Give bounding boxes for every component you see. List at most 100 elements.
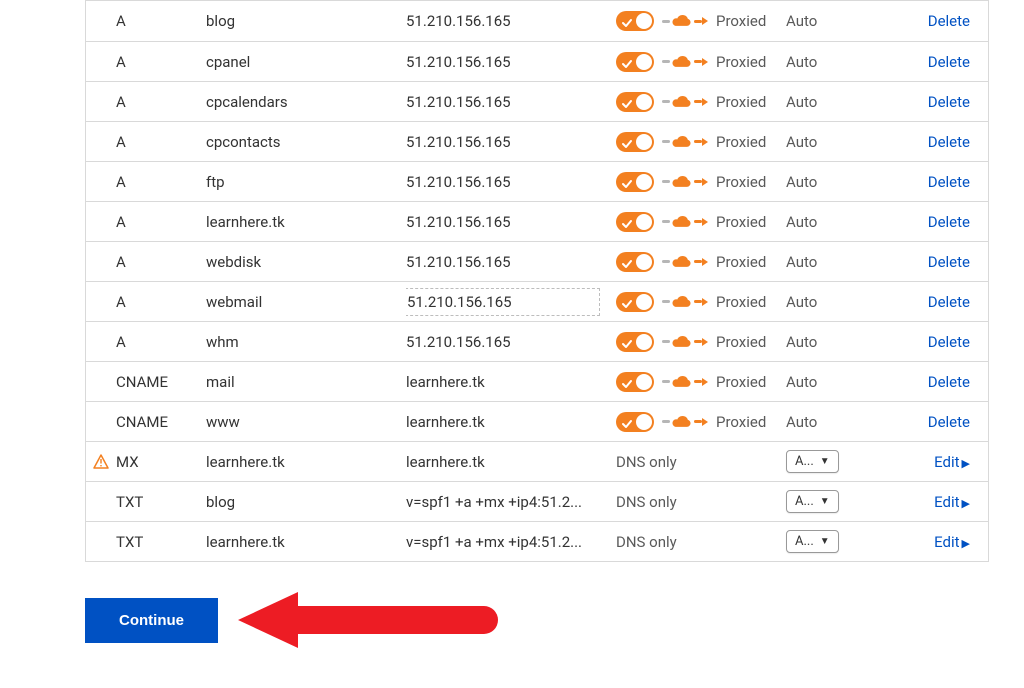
ttl-cell: Auto: [786, 413, 866, 431]
record-name: cpanel: [206, 53, 406, 71]
record-type: A: [116, 333, 206, 351]
action-label: Delete: [928, 53, 970, 71]
continue-button[interactable]: Continue: [85, 598, 218, 643]
proxy-toggle[interactable]: [616, 172, 654, 192]
record-content: 51.210.156.165: [406, 133, 616, 151]
proxy-status-cell: Proxied: [616, 172, 786, 192]
record-name: learnhere.tk: [206, 533, 406, 551]
proxy-status-label: Proxied: [716, 253, 766, 271]
action-label: Delete: [928, 93, 970, 111]
edit-link[interactable]: Edit▶: [866, 533, 978, 551]
delete-link[interactable]: Delete: [866, 213, 978, 231]
proxy-status-cell: Proxied: [616, 412, 786, 432]
cloud-arrow-icon: [662, 55, 708, 69]
chevron-right-icon: ▶: [962, 537, 970, 550]
proxy-toggle[interactable]: [616, 412, 654, 432]
record-name: webmail: [206, 293, 406, 311]
record-name: whm: [206, 333, 406, 351]
ttl-label: Auto: [786, 253, 817, 271]
proxy-toggle[interactable]: [616, 252, 654, 272]
ttl-cell: Auto: [786, 12, 866, 30]
record-type: A: [116, 93, 206, 111]
record-type: A: [116, 133, 206, 151]
record-name: webdisk: [206, 253, 406, 271]
dns-records-table: Ablog51.210.156.165ProxiedAutoDelete Acpa…: [85, 0, 989, 562]
proxy-toggle[interactable]: [616, 132, 654, 152]
proxy-status-cell: Proxied: [616, 11, 786, 31]
proxy-toggle[interactable]: [616, 292, 654, 312]
proxy-status-label: Proxied: [716, 373, 766, 391]
action-label: Delete: [928, 133, 970, 151]
record-name: learnhere.tk: [206, 453, 406, 471]
delete-link[interactable]: Delete: [866, 12, 978, 30]
dns-row: Acpanel51.210.156.165ProxiedAutoDelete: [86, 41, 988, 81]
chevron-right-icon: ▶: [962, 497, 970, 510]
ttl-cell: A...▼: [786, 490, 866, 513]
ttl-select-label: A...: [795, 454, 814, 469]
delete-link[interactable]: Delete: [866, 373, 978, 391]
cloud-arrow-icon: [662, 215, 708, 229]
record-type: CNAME: [116, 413, 206, 431]
ttl-select[interactable]: A...▼: [786, 490, 839, 513]
record-content: 51.210.156.165: [406, 333, 616, 351]
ttl-label: Auto: [786, 93, 817, 111]
proxy-toggle[interactable]: [616, 52, 654, 72]
record-name: www: [206, 413, 406, 431]
delete-link[interactable]: Delete: [866, 133, 978, 151]
proxy-status-label: Proxied: [716, 413, 766, 431]
delete-link[interactable]: Delete: [866, 413, 978, 431]
chevron-right-icon: ▶: [962, 457, 970, 470]
proxy-status-label: DNS only: [616, 533, 677, 551]
ttl-cell: Auto: [786, 133, 866, 151]
dns-row: Ablog51.210.156.165ProxiedAutoDelete: [86, 1, 988, 41]
cloud-arrow-icon: [662, 255, 708, 269]
delete-link[interactable]: Delete: [866, 93, 978, 111]
record-content: 51.210.156.165: [406, 213, 616, 231]
delete-link[interactable]: Delete: [866, 53, 978, 71]
delete-link[interactable]: Delete: [866, 253, 978, 271]
record-content: 51.210.156.165: [406, 12, 616, 30]
proxy-status-cell: Proxied: [616, 212, 786, 232]
edit-link[interactable]: Edit▶: [866, 493, 978, 511]
proxy-status-cell: DNS only: [616, 533, 786, 551]
caret-down-icon: ▼: [820, 456, 830, 467]
delete-link[interactable]: Delete: [866, 293, 978, 311]
record-type: A: [116, 213, 206, 231]
proxy-toggle[interactable]: [616, 332, 654, 352]
proxy-status-label: Proxied: [716, 93, 766, 111]
delete-link[interactable]: Delete: [866, 333, 978, 351]
proxy-toggle[interactable]: [616, 212, 654, 232]
proxy-toggle[interactable]: [616, 92, 654, 112]
ttl-select[interactable]: A... ▼: [786, 450, 839, 473]
proxy-status-label: Proxied: [716, 213, 766, 231]
ttl-label: Auto: [786, 413, 817, 431]
proxy-status-cell: Proxied: [616, 252, 786, 272]
ttl-label: Auto: [786, 373, 817, 391]
record-content-input[interactable]: 51.210.156.165: [406, 288, 600, 316]
proxy-status-cell: Proxied: [616, 332, 786, 352]
dns-row: MXlearnhere.tklearnhere.tkDNS onlyA...▼E…: [86, 441, 988, 481]
ttl-cell: A...▼: [786, 530, 866, 553]
action-label: Delete: [928, 213, 970, 231]
ttl-select[interactable]: A...▼: [786, 530, 839, 553]
dns-row: TXTlearnhere.tkv=spf1 +a +mx +ip4:51.2..…: [86, 521, 988, 561]
ttl-label: Auto: [786, 173, 817, 191]
cloud-arrow-icon: [662, 335, 708, 349]
proxy-status-cell: Proxied: [616, 292, 786, 312]
dns-row: Acpcontacts51.210.156.165ProxiedAutoDele…: [86, 121, 988, 161]
action-label: Delete: [928, 413, 970, 431]
proxy-toggle[interactable]: [616, 372, 654, 392]
action-label: Delete: [928, 333, 970, 351]
ttl-cell: Auto: [786, 333, 866, 351]
edit-link[interactable]: Edit▶: [866, 453, 978, 471]
cloud-arrow-icon: [662, 175, 708, 189]
delete-link[interactable]: Delete: [866, 173, 978, 191]
caret-down-icon: ▼: [820, 536, 830, 547]
proxy-status-label: DNS only: [616, 453, 677, 471]
proxy-status-label: Proxied: [716, 333, 766, 351]
action-label: Delete: [928, 293, 970, 311]
action-label: Delete: [928, 253, 970, 271]
proxy-toggle[interactable]: [616, 11, 654, 31]
dns-row: Awhm51.210.156.165 Proxied Auto Delete: [86, 321, 988, 361]
ttl-cell: Auto: [786, 53, 866, 71]
